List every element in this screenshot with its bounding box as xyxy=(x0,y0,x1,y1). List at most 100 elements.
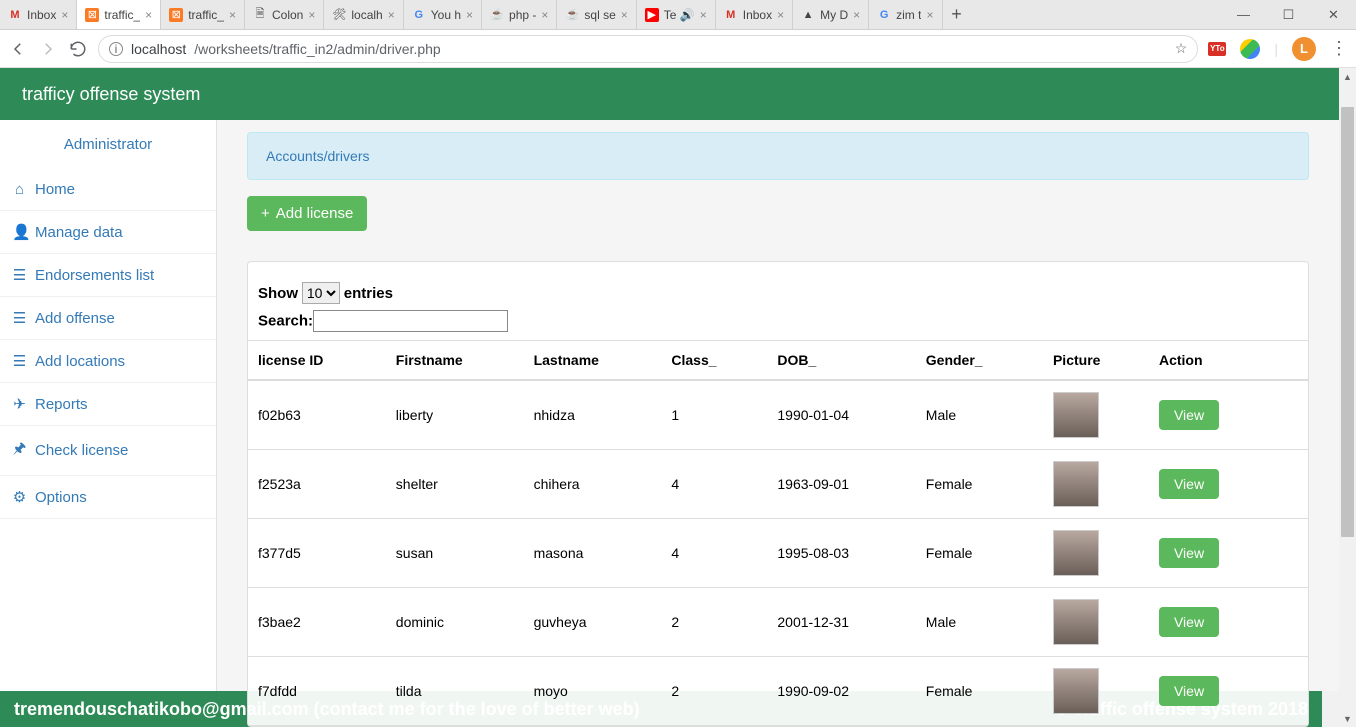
column-header[interactable]: Picture xyxy=(1043,341,1149,381)
sidebar-item-icon: 👤 xyxy=(12,223,27,241)
browser-tab[interactable]: ☕php -× xyxy=(482,0,557,29)
sidebar-item-label: Reports xyxy=(35,396,88,413)
table-row: f3bae2dominicguvheya22001-12-31MaleView xyxy=(248,588,1308,657)
table-cell: moyo xyxy=(524,657,662,726)
scroll-down-icon[interactable]: ▼ xyxy=(1339,710,1356,727)
sidebar-item[interactable]: ⌂Home xyxy=(0,169,216,211)
view-button[interactable]: View xyxy=(1159,607,1219,637)
table-row: f02b63libertynhidza11990-01-04MaleView xyxy=(248,380,1308,450)
sidebar-item[interactable]: ☰Add offense xyxy=(0,297,216,340)
sidebar-item[interactable]: ✈Reports xyxy=(0,383,216,426)
close-window-button[interactable]: ✕ xyxy=(1311,0,1356,29)
tab-title: php - xyxy=(509,8,536,22)
sidebar-item-icon: ⌂ xyxy=(12,181,27,198)
table-row: f2523ashelterchihera41963-09-01FemaleVie… xyxy=(248,450,1308,519)
extension-globe-icon[interactable] xyxy=(1240,39,1260,59)
forward-button[interactable] xyxy=(38,39,58,59)
bookmark-star-icon[interactable]: ☆ xyxy=(1175,40,1188,57)
tab-favicon: 🗎 xyxy=(253,8,267,22)
browser-menu-icon[interactable]: ⋮ xyxy=(1330,38,1348,59)
tab-close-icon[interactable]: × xyxy=(466,8,473,22)
sidebar-item[interactable]: ☰Add locations xyxy=(0,340,216,383)
sidebar-item[interactable]: ☰Endorsements list xyxy=(0,254,216,297)
tab-title: Inbox xyxy=(743,8,772,22)
url-field[interactable]: i localhost/worksheets/traffic_in2/admin… xyxy=(98,35,1198,63)
view-button[interactable]: View xyxy=(1159,538,1219,568)
tab-title: Colon xyxy=(272,8,303,22)
tab-close-icon[interactable]: × xyxy=(388,8,395,22)
tab-close-icon[interactable]: × xyxy=(61,8,68,22)
tab-close-icon[interactable]: × xyxy=(621,8,628,22)
browser-tab[interactable]: ☕sql se× xyxy=(557,0,636,29)
tab-favicon: G xyxy=(877,8,891,22)
browser-tab[interactable]: ▲My D× xyxy=(793,0,869,29)
extension-icon[interactable]: YTo xyxy=(1208,42,1226,56)
tab-close-icon[interactable]: × xyxy=(145,8,152,22)
table-cell: 1 xyxy=(661,380,767,450)
minimize-button[interactable]: — xyxy=(1221,0,1266,29)
column-header[interactable]: license ID xyxy=(248,341,386,381)
drivers-table: license IDFirstnameLastnameClass_DOB_Gen… xyxy=(248,340,1308,726)
search-input[interactable] xyxy=(313,310,508,332)
view-button[interactable]: View xyxy=(1159,400,1219,430)
table-cell: 1963-09-01 xyxy=(767,450,915,519)
browser-tab-strip: MInbox×⊠traffic_×⊠traffic_×🗎Colon×🛠local… xyxy=(0,0,1356,30)
table-cell: dominic xyxy=(386,588,524,657)
new-tab-button[interactable]: + xyxy=(943,0,971,29)
column-header[interactable]: Action xyxy=(1149,341,1308,381)
column-header[interactable]: Firstname xyxy=(386,341,524,381)
browser-tab[interactable]: Gzim t× xyxy=(869,0,942,29)
separator: | xyxy=(1274,41,1278,57)
tab-close-icon[interactable]: × xyxy=(777,8,784,22)
add-license-button[interactable]: + Add license xyxy=(247,196,367,231)
view-button[interactable]: View xyxy=(1159,469,1219,499)
main-content: Accounts/drivers + Add license Show 10 e… xyxy=(217,120,1339,691)
browser-tab[interactable]: 🗎 Colon × xyxy=(245,0,324,29)
table-cell: susan xyxy=(386,519,524,588)
maximize-button[interactable]: ☐ xyxy=(1266,0,1311,29)
browser-tab[interactable]: MInbox× xyxy=(716,0,793,29)
table-cell: f02b63 xyxy=(248,380,386,450)
driver-photo xyxy=(1053,392,1099,438)
driver-photo xyxy=(1053,668,1099,714)
browser-tab[interactable]: MInbox× xyxy=(0,0,77,29)
browser-tab[interactable]: GYou h× xyxy=(404,0,482,29)
tab-close-icon[interactable]: × xyxy=(229,8,236,22)
reload-button[interactable] xyxy=(68,39,88,59)
browser-tab[interactable]: ⊠traffic_× xyxy=(77,0,161,29)
sidebar-item[interactable]: ⚙Options xyxy=(0,476,216,519)
table-cell: f2523a xyxy=(248,450,386,519)
browser-tab[interactable]: ▶Te 🔊× xyxy=(637,0,716,29)
table-cell: nhidza xyxy=(524,380,662,450)
site-info-icon[interactable]: i xyxy=(109,42,123,56)
vertical-scrollbar[interactable]: ▲ ▼ xyxy=(1339,68,1356,727)
action-cell: View xyxy=(1149,380,1308,450)
scroll-thumb[interactable] xyxy=(1341,107,1354,537)
sidebar-item[interactable]: 🖈Check license xyxy=(0,426,216,476)
browser-tab[interactable]: ⊠traffic_× xyxy=(161,0,245,29)
tab-close-icon[interactable]: × xyxy=(541,8,548,22)
tab-close-icon[interactable]: × xyxy=(926,8,933,22)
column-header[interactable]: Lastname xyxy=(524,341,662,381)
table-cell: 2001-12-31 xyxy=(767,588,915,657)
column-header[interactable]: Class_ xyxy=(661,341,767,381)
picture-cell xyxy=(1043,588,1149,657)
view-button[interactable]: View xyxy=(1159,676,1219,706)
column-header[interactable]: Gender_ xyxy=(916,341,1043,381)
length-select[interactable]: 10 xyxy=(302,282,340,304)
tab-close-icon[interactable]: × xyxy=(853,8,860,22)
sidebar-item[interactable]: 👤Manage data xyxy=(0,211,216,254)
table-row: f377d5susanmasona41995-08-03FemaleView xyxy=(248,519,1308,588)
tab-title: sql se xyxy=(584,8,615,22)
browser-tab[interactable]: 🛠localh× xyxy=(324,0,403,29)
column-header[interactable]: DOB_ xyxy=(767,341,915,381)
back-button[interactable] xyxy=(8,39,28,59)
scroll-up-icon[interactable]: ▲ xyxy=(1339,68,1356,85)
table-cell: f7dfdd xyxy=(248,657,386,726)
tab-close-icon[interactable]: × xyxy=(308,8,315,22)
action-cell: View xyxy=(1149,657,1308,726)
tab-favicon: ⊠ xyxy=(85,8,99,22)
tab-close-icon[interactable]: × xyxy=(700,8,707,22)
profile-avatar[interactable]: L xyxy=(1292,37,1316,61)
tab-title: localh xyxy=(351,8,382,22)
